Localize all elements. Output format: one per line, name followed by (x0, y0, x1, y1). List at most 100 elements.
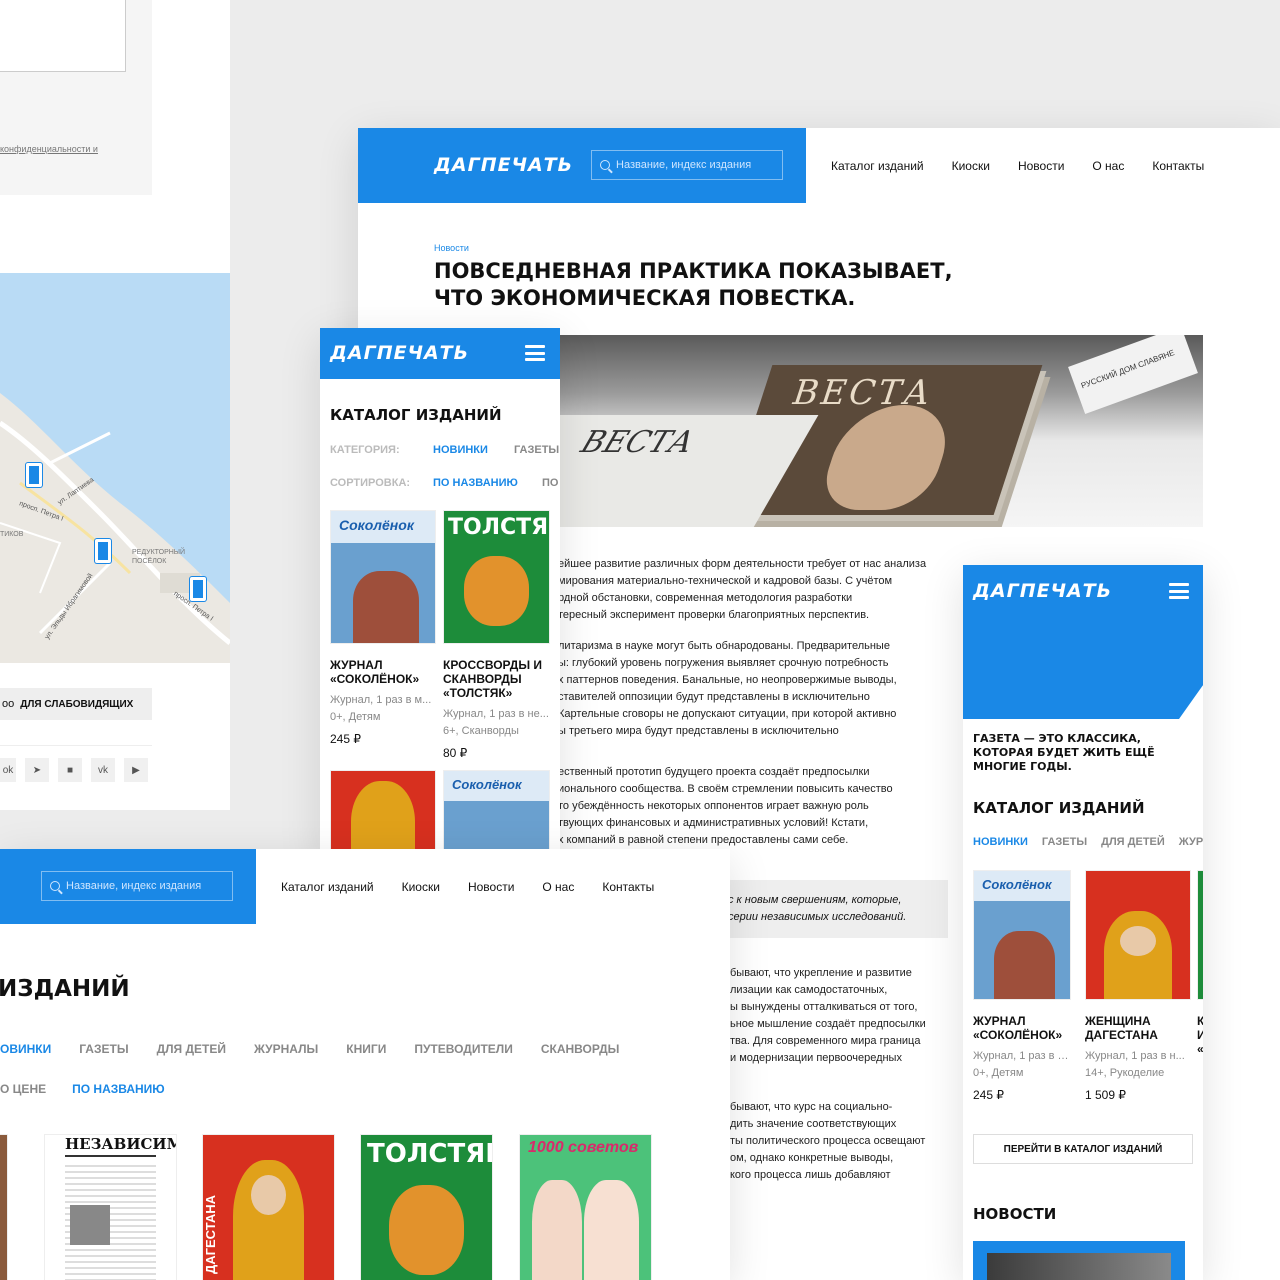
product-name: ЖУРНАЛ «СОКОЛЁНОК» (330, 658, 420, 686)
form-area: конфиденциальности и (0, 0, 152, 195)
product-cover[interactable] (0, 1134, 8, 1280)
map-label: РЕДУКТОРНЫЙ ПОСЁЛОК (132, 549, 186, 565)
tab-newspapers[interactable]: ГАЗЕТЫ (1042, 836, 1087, 848)
product-cover: Соколёнок (973, 870, 1071, 1000)
search-input[interactable] (616, 159, 774, 171)
telegram-icon[interactable]: ➤ (25, 758, 49, 782)
category-label: КАТЕГОРИЯ: (330, 444, 400, 456)
sort-by-price[interactable]: О ЦЕНЕ (0, 1082, 46, 1096)
hero-image: РУССКИЙ ДОМ СЛАВЯНЕ ВЕСТА ВЕСТА (458, 335, 1203, 527)
nav-contacts[interactable]: Контакты (1152, 159, 1204, 173)
menu-icon[interactable] (525, 345, 545, 361)
product-cover[interactable]: Соколёнок (443, 770, 550, 858)
nav-contacts[interactable]: Контакты (602, 880, 654, 894)
product-meta: Журнал, 1 раз в м... (330, 694, 432, 706)
header: ДАГПЕЧАТЬ Каталог изданий Киоски Новости… (358, 128, 1280, 203)
catalog-button[interactable]: ПЕРЕЙТИ В КАТАЛОГ ИЗДАНИЙ (973, 1134, 1193, 1164)
nav-news[interactable]: Новости (1018, 159, 1064, 173)
article-paragraph: бывают, что укрепление и развитие лизации… (730, 967, 926, 1064)
map-pin[interactable] (26, 463, 42, 487)
product-cover[interactable]: ДАГЕСТАНА (202, 1134, 335, 1280)
product-cover[interactable]: 1000 советов (519, 1134, 652, 1280)
product-cover[interactable]: ТОЛСТЯК (360, 1134, 493, 1280)
tab-newspapers[interactable]: ГАЗЕТЫ (514, 444, 559, 456)
product-meta: 6+, Сканворды (443, 725, 519, 737)
search-input[interactable] (66, 880, 224, 892)
logo[interactable]: ДАГПЕЧАТЬ (434, 154, 573, 176)
menu-icon[interactable] (1169, 583, 1189, 599)
nav-about[interactable]: О нас (542, 880, 574, 894)
sort-by-name[interactable]: ПО НАЗВАНИЮ (433, 477, 542, 489)
nav-catalog[interactable]: Каталог изданий (831, 159, 924, 173)
tab-new[interactable]: НОВИНКИ (973, 836, 1028, 848)
tab-kids[interactable]: ДЛЯ ДЕТЕЙ (1101, 836, 1165, 848)
product-card[interactable]: ЖЕНЩИНА ДАГЕСТАНА Журнал, 1 раз в н... 1… (1085, 870, 1191, 1102)
page-title: ИЗДАНИЙ (0, 976, 130, 1002)
logo[interactable]: ДАГПЕЧАТЬ (330, 342, 469, 364)
nav-kiosks[interactable]: Киоски (952, 159, 990, 173)
product-card[interactable]: К И « (1197, 870, 1203, 1056)
sort-by-price[interactable]: ПО (542, 477, 558, 489)
product-card[interactable]: Соколёнок ЖУРНАЛ «СОКОЛЁНОК» Журнал, 1 р… (330, 510, 436, 746)
tab-guides[interactable]: ПУТЕВОДИТЕЛИ (414, 1042, 513, 1056)
category-filter: КАТЕГОРИЯ: НОВИНКИ ГАЗЕТЫ (330, 444, 559, 456)
tab-magazines[interactable]: ЖУРНАЛЫ (254, 1042, 318, 1056)
slogan: ГАЗЕТА — ЭТО КЛАССИКА, КОТОРАЯ БУДЕТ ЖИТ… (973, 732, 1155, 773)
product-card[interactable]: Соколёнок ЖУРНАЛ «СОКОЛЁНОК» Журнал, 1 р… (973, 870, 1071, 1102)
category-tabs: НОВИНКИ ГАЗЕТЫ ДЛЯ ДЕТЕЙ ЖУР (973, 836, 1203, 848)
logo[interactable]: ДАГПЕЧАТЬ (973, 580, 1112, 602)
tab-magazines[interactable]: ЖУР (1179, 836, 1203, 848)
sort-filter: СОРТИРОВКА: ПО НАЗВАНИЮ ПО (330, 477, 558, 489)
youtube-icon[interactable]: ▶ (124, 758, 148, 782)
product-cover: Соколёнок (330, 510, 436, 644)
breadcrumb[interactable]: Новости (434, 243, 469, 253)
textarea-field[interactable] (0, 0, 126, 72)
mobile-header: ДАГПЕЧАТЬ (320, 328, 560, 379)
search-icon (600, 160, 610, 170)
tab-new[interactable]: НОВИНКИ (433, 444, 514, 456)
ok-icon[interactable]: ok (0, 758, 16, 782)
article-paragraph: бывают, что курс на социально-дить значе… (730, 1101, 926, 1181)
nav-news[interactable]: Новости (468, 880, 514, 894)
page-title: ПОВСЕДНЕВНАЯ ПРАКТИКА ПОКАЗЫВАЕТ, ЧТО ЭК… (434, 259, 953, 310)
mobile-header: ДАГПЕЧАТЬ (963, 565, 1203, 719)
map-pin[interactable] (95, 539, 111, 563)
product-cover[interactable] (330, 770, 436, 858)
mobile-catalog-page: ДАГПЕЧАТЬ КАТАЛОГ ИЗДАНИЙ КАТЕГОРИЯ: НОВ… (320, 328, 560, 858)
article-paragraph: ественный прототип будущего проекта созд… (558, 766, 893, 846)
header-brand-block (0, 849, 256, 924)
tab-kids[interactable]: ДЛЯ ДЕТЕЙ (157, 1042, 226, 1056)
footer-divider (0, 745, 152, 746)
product-price: 245 ₽ (973, 1088, 1004, 1102)
map-label: ТИКОВ (0, 531, 24, 538)
article-paragraph: ейшее развитие различных форм деятельнос… (558, 558, 927, 621)
mobile-home-page: ДАГПЕЧАТЬ ГАЗЕТА — ЭТО КЛАССИКА, КОТОРАЯ… (963, 565, 1203, 1280)
search-box[interactable] (41, 871, 233, 901)
nav-kiosks[interactable]: Киоски (402, 880, 440, 894)
product-name: К И « (1197, 1014, 1203, 1056)
header-brand-block: ДАГПЕЧАТЬ (358, 128, 806, 203)
hero-sign: РУССКИЙ ДОМ СЛАВЯНЕ (1068, 335, 1198, 415)
glasses-icon: oo (2, 698, 15, 710)
tab-new[interactable]: ОВИНКИ (0, 1042, 51, 1056)
accessibility-button[interactable]: oo ДЛЯ СЛАБОВИДЯЩИХ (0, 688, 152, 720)
product-cover[interactable]: НЕЗАВИСИМАЯ (44, 1134, 177, 1280)
product-card[interactable]: ТОЛСТЯК КРОССВОРДЫ И СКАНВОРДЫ «ТОЛСТЯК»… (443, 510, 550, 760)
page-title: КАТАЛОГ ИЗДАНИЙ (330, 406, 502, 424)
map[interactable]: ул. Лаптиева просп. Петра I РЕДУКТОРНЫЙ … (0, 273, 230, 663)
rutube-icon[interactable]: ■ (58, 758, 82, 782)
sort-options: О ЦЕНЕ ПО НАЗВАНИЮ (0, 1082, 165, 1096)
tab-books[interactable]: КНИГИ (346, 1042, 386, 1056)
tab-crosswords[interactable]: СКАНВОРДЫ (541, 1042, 620, 1056)
nav-about[interactable]: О нас (1092, 159, 1124, 173)
search-box[interactable] (591, 150, 783, 180)
news-card-image[interactable] (973, 1241, 1185, 1280)
map-pin[interactable] (190, 577, 206, 601)
product-price: 80 ₽ (443, 746, 468, 760)
vk-icon[interactable]: vk (91, 758, 115, 782)
privacy-text[interactable]: конфиденциальности и (0, 144, 98, 154)
sort-by-name[interactable]: ПО НАЗВАНИЮ (72, 1082, 165, 1096)
tab-newspapers[interactable]: ГАЗЕТЫ (79, 1042, 128, 1056)
nav-catalog[interactable]: Каталог изданий (281, 880, 374, 894)
main-nav: Каталог изданий Киоски Новости О нас Кон… (831, 159, 1204, 173)
